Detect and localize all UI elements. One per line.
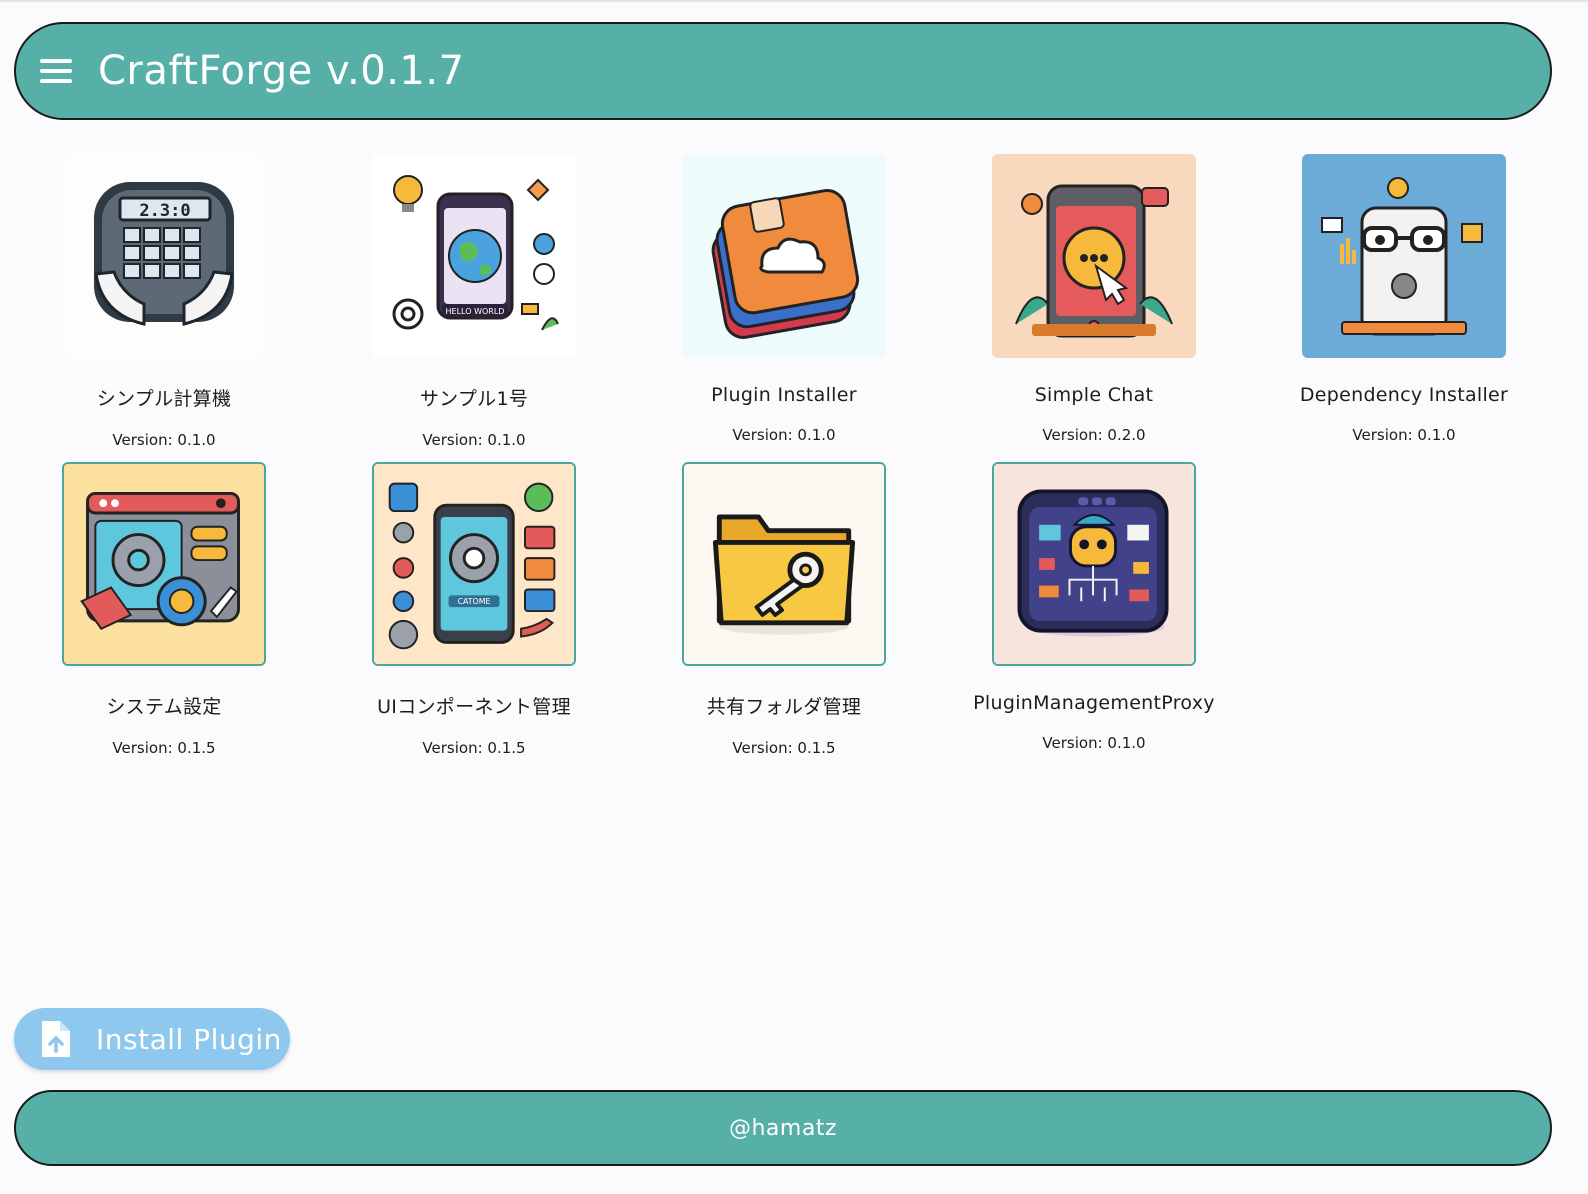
svg-text:CATOME: CATOME	[458, 597, 491, 606]
plugin-version: Version: 0.1.5	[732, 739, 836, 757]
app-footer: @hamatz	[14, 1090, 1552, 1166]
plugin-name: Simple Chat	[1034, 384, 1154, 406]
svg-text:2.3:0: 2.3:0	[139, 201, 190, 221]
plugin-version: Version: 0.1.5	[422, 739, 526, 757]
app-header: CraftForge v.0.1.7	[14, 22, 1552, 120]
plugin-tile[interactable]: HELLO WORLD サンプル1号 Version: 0.1.0	[319, 154, 629, 449]
ui-components-gear-icon: CATOME	[372, 462, 576, 666]
plugin-tile[interactable]: Plugin Installer Version: 0.1.0	[629, 154, 939, 444]
plugin-name: シンプル計算機	[96, 388, 232, 410]
plugin-tile[interactable]: Simple Chat Version: 0.2.0	[939, 154, 1249, 444]
plugin-version: Version: 0.1.0	[1042, 734, 1146, 752]
plugin-name: UIコンポーネント管理	[377, 696, 571, 718]
hamburger-menu-icon[interactable]	[40, 59, 72, 83]
plugin-tile[interactable]: システム設定 Version: 0.1.5	[9, 462, 319, 757]
plugin-version: Version: 0.1.5	[112, 739, 216, 757]
plugin-tile[interactable]: 共有フォルダ管理 Version: 0.1.5	[629, 462, 939, 757]
robot-dashboard-icon	[992, 462, 1196, 666]
plugin-name: PluginManagementProxy	[973, 692, 1215, 714]
plugin-version: Version: 0.2.0	[1042, 426, 1146, 444]
plugin-tile[interactable]: CATOME UIコンポーネント管理 Version: 0.1.5	[319, 462, 629, 757]
plugin-tile[interactable]: Dependency Installer Version: 0.1.0	[1249, 154, 1559, 444]
install-plugin-button[interactable]: Install Plugin	[14, 1008, 290, 1070]
calculator-icon: 2.3:0	[62, 154, 266, 358]
plugin-version: Version: 0.1.0	[732, 426, 836, 444]
plugin-name: Plugin Installer	[711, 384, 857, 406]
plugin-name: Dependency Installer	[1299, 384, 1509, 406]
plugin-name: 共有フォルダ管理	[706, 696, 862, 718]
app-title: CraftForge v.0.1.7	[98, 48, 465, 94]
plugin-name: システム設定	[106, 696, 222, 718]
chat-phone-icon	[992, 154, 1196, 358]
hello-world-phone-icon: HELLO WORLD	[372, 154, 576, 358]
folder-key-icon	[682, 462, 886, 666]
app-stack-cloud-icon	[682, 154, 886, 358]
svg-text:HELLO WORLD: HELLO WORLD	[446, 307, 505, 316]
file-upload-icon	[42, 1021, 70, 1057]
footer-credit: @hamatz	[728, 1115, 837, 1141]
plugin-name: サンプル1号	[419, 388, 529, 410]
plugin-version: Version: 0.1.0	[422, 431, 526, 449]
plugin-version: Version: 0.1.0	[1352, 426, 1456, 444]
plugin-version: Version: 0.1.0	[112, 431, 216, 449]
plugin-tile[interactable]: 2.3:0 シンプル計算機 Version: 0.1.0	[9, 154, 319, 449]
settings-gear-window-icon	[62, 462, 266, 666]
robot-phone-tools-icon	[1302, 154, 1506, 358]
plugin-tile[interactable]: PluginManagementProxy Version: 0.1.0	[939, 462, 1249, 752]
install-plugin-label: Install Plugin	[96, 1022, 282, 1056]
